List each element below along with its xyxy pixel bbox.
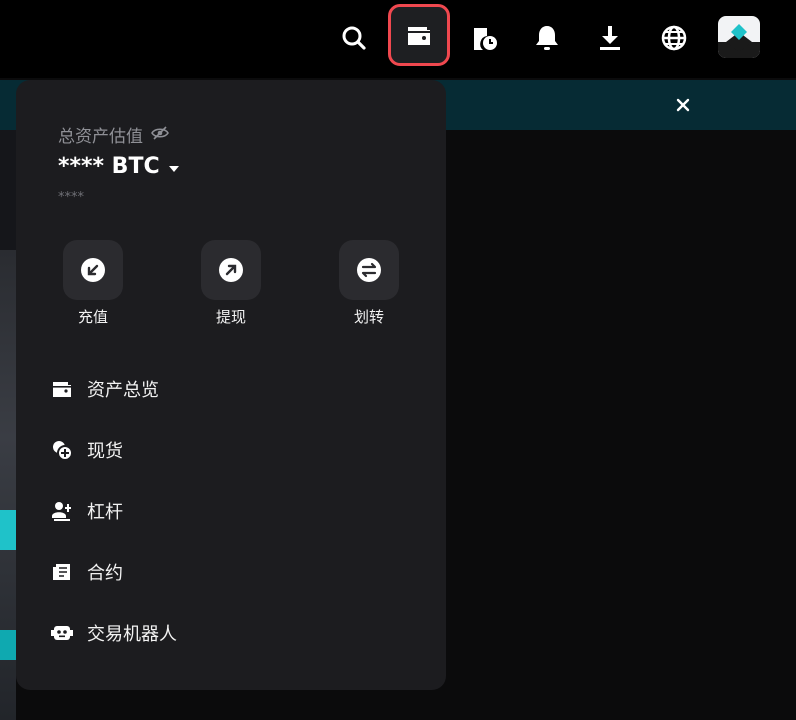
- background-accent: [0, 510, 16, 550]
- wallet-icon[interactable]: [388, 4, 450, 66]
- menu-item-label: 杠杆: [87, 502, 123, 523]
- withdraw-label: 提现: [215, 308, 246, 326]
- withdraw-button[interactable]: 提现: [201, 240, 261, 327]
- background-accent: [0, 630, 16, 660]
- menu-item-label: 资产总览: [87, 380, 159, 401]
- transfer-button[interactable]: 划转: [339, 240, 399, 327]
- menu-item-spot[interactable]: 现货: [50, 430, 430, 470]
- coins-icon: [50, 438, 74, 462]
- menu-item-trading-bot[interactable]: 交易机器人: [50, 613, 430, 653]
- search-icon[interactable]: [330, 14, 378, 62]
- futures-icon: [50, 560, 74, 584]
- deposit-label: 充值: [77, 308, 108, 326]
- menu-item-asset-overview[interactable]: 资产总览: [50, 369, 430, 409]
- menu-item-label: 交易机器人: [87, 624, 177, 645]
- top-navbar: [0, 0, 796, 78]
- background-page-content: [0, 130, 16, 720]
- avatar[interactable]: [718, 16, 760, 58]
- bot-icon: [50, 621, 74, 645]
- download-icon[interactable]: [586, 14, 634, 62]
- total-balance[interactable]: **** BTC: [58, 154, 180, 179]
- menu-item-label: 现货: [87, 441, 123, 462]
- margin-icon: [50, 499, 74, 523]
- assets-dropdown-panel: 总资产估值 **** BTC **** 充值 提现 划转 资产总览 现货 杠杆 …: [16, 80, 446, 690]
- deposit-icon: [63, 240, 123, 300]
- estimated-value-label: 总资产估值: [58, 122, 169, 147]
- menu-item-futures[interactable]: 合约: [50, 552, 430, 592]
- transfer-icon: [339, 240, 399, 300]
- bell-icon[interactable]: [523, 14, 571, 62]
- globe-icon[interactable]: [650, 14, 698, 62]
- close-icon[interactable]: [670, 92, 696, 118]
- withdraw-icon: [201, 240, 261, 300]
- fiat-balance: ****: [58, 190, 84, 205]
- order-history-icon[interactable]: [460, 14, 508, 62]
- transfer-label: 划转: [353, 308, 384, 326]
- deposit-button[interactable]: 充值: [63, 240, 123, 327]
- estimated-value-text: 总资产估值: [58, 127, 143, 147]
- caret-down-icon[interactable]: [168, 154, 180, 179]
- hide-eye-icon[interactable]: [151, 125, 169, 145]
- menu-item-label: 合约: [87, 563, 123, 584]
- wallet-icon: [50, 377, 74, 401]
- balance-value: **** BTC: [58, 154, 160, 179]
- menu-item-margin[interactable]: 杠杆: [50, 491, 430, 531]
